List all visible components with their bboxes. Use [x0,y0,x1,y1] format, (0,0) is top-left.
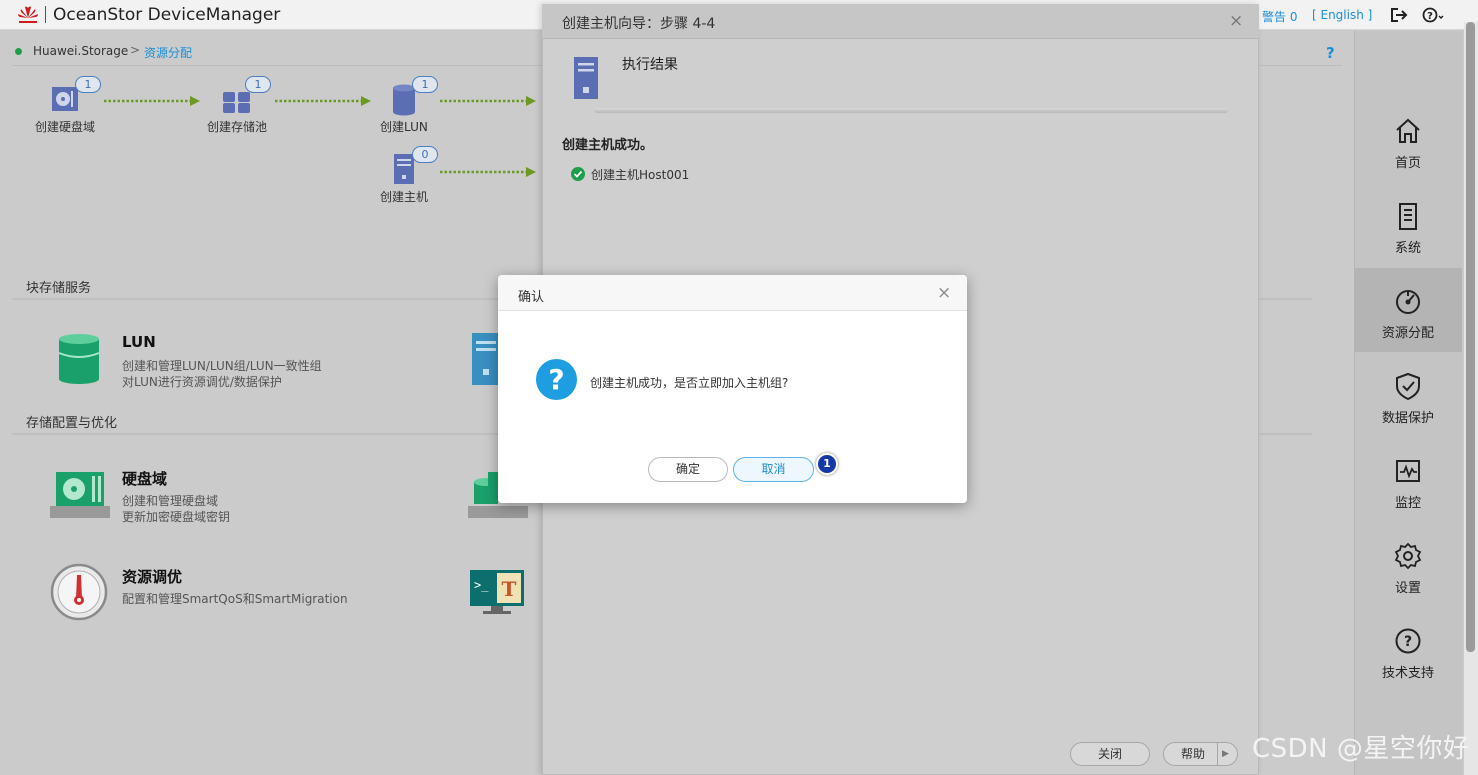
storage-pool-icon[interactable] [221,88,253,114]
flow-count-badge: 0 [412,146,438,163]
question-icon: ? [536,359,577,400]
nav-item-resource-allocation[interactable]: 资源分配 [1354,287,1462,372]
lun-card-desc: 对LUN进行资源调优/数据保护 [122,375,282,389]
wizard-help-button[interactable]: 帮助 ▶ [1163,742,1238,766]
terminal-icon[interactable]: T >_ [469,569,525,615]
monitor-icon [1396,460,1420,482]
nav-label: 资源分配 [1381,326,1434,341]
flow-arrow [104,96,200,106]
scrollbar-thumb[interactable] [1466,22,1475,652]
nav-item-settings[interactable]: 设置 [1354,542,1462,627]
gear-icon [1394,542,1422,570]
tuning-card-title[interactable]: 资源调优 [122,566,182,587]
disk-domain-card-desc: 创建和管理硬盘域 [122,494,219,508]
wizard-divider [594,108,1228,113]
lun-card-icon[interactable] [58,333,100,385]
help-icon[interactable]: ? [1422,7,1444,23]
svg-text:>_: >_ [474,578,489,592]
nav-item-home[interactable]: 首页 [1354,117,1462,202]
nav-label: 首页 [1394,156,1421,171]
step-marker-badge: 1 [816,453,838,475]
wizard-close-button[interactable]: 关闭 [1070,742,1150,766]
logo-separator [45,6,46,23]
flow-label-storage-pool[interactable]: 创建存储池 [207,118,267,135]
chevron-right-icon[interactable]: ▶ [1222,743,1229,765]
cancel-button[interactable]: 取消 [733,457,814,482]
flow-label-host[interactable]: 创建主机 [380,188,428,205]
flow-count-badge: 1 [412,76,438,93]
dialog-message: 创建主机成功，是否立即加入主机组? [590,376,789,390]
nav-item-system[interactable]: 系统 [1354,202,1462,287]
tuning-card-desc: 配置和管理SmartQoS和SmartMigration [122,592,348,606]
wizard-close-icon[interactable]: × [1229,11,1243,31]
svg-text:?: ? [1427,11,1433,22]
success-check-icon [571,167,585,181]
nav-label: 系统 [1394,241,1421,256]
wizard-success-message: 创建主机成功。 [562,138,654,153]
nav-label: 数据保护 [1381,411,1434,426]
flow-arrow [440,167,536,177]
dialog-title: 确认 [518,290,545,305]
host-icon [574,57,598,99]
flow-label-disk-domain[interactable]: 创建硬盘域 [35,118,95,135]
button-divider [1217,743,1218,765]
disk-domain-card-icon[interactable] [50,470,110,520]
dialog-header [498,275,967,311]
nav-label: 监控 [1394,496,1421,511]
flow-arrow [275,96,371,106]
section-title-block-storage: 块存储服务 [26,281,92,296]
breadcrumb-separator: > [130,43,141,57]
gauge-icon[interactable] [50,563,108,621]
app-title: OceanStor DeviceManager [53,5,281,25]
wizard-result-item: 创建主机Host001 [591,168,690,182]
nav-label: 技术支持 [1381,666,1434,681]
nav-item-monitor[interactable]: 监控 [1354,457,1462,542]
wizard-step-title: 执行结果 [622,57,678,73]
nav-item-data-protection[interactable]: 数据保护 [1354,372,1462,457]
shield-icon [1396,372,1420,400]
breadcrumb-root[interactable]: Huawei.Storage [33,44,128,58]
logout-icon[interactable] [1390,7,1408,23]
ok-button[interactable]: 确定 [648,457,728,482]
flow-count-badge: 1 [75,76,101,93]
home-icon [1396,118,1420,143]
wizard-title: 创建主机向导：步骤 4-4 [562,16,716,32]
flow-count-badge: 1 [245,76,271,93]
host-card-icon[interactable] [472,333,500,385]
status-dot [15,48,22,55]
huawei-logo-icon [18,6,38,23]
page-help-icon[interactable]: ? [1326,44,1335,62]
disk-domain-card-title[interactable]: 硬盘域 [122,468,167,489]
lun-card-desc: 创建和管理LUN/LUN组/LUN一致性组 [122,359,322,373]
wizard-help-label: 帮助 [1181,747,1206,761]
svg-text:T: T [502,577,517,601]
flow-arrow [440,96,536,106]
svg-text:?: ? [1404,634,1412,650]
resource-allocation-icon [1396,290,1420,314]
support-icon: ? [1395,628,1421,654]
breadcrumb-current: 资源分配 [144,46,193,60]
disk-domain-card-desc: 更新加密硬盘域密钥 [122,510,231,524]
lun-card-title[interactable]: LUN [122,333,156,351]
flow-label-lun[interactable]: 创建LUN [380,118,428,135]
language-switch-link[interactable]: [ English ] [1312,8,1372,22]
system-icon [1399,203,1417,230]
watermark: CSDN @星空你好 [1252,734,1470,764]
nav-label: 设置 [1394,581,1421,596]
alarm-count-link[interactable]: 警告 0 [1262,8,1297,25]
section-title-config: 存储配置与优化 [26,416,118,431]
dialog-close-icon[interactable]: × [937,283,951,303]
nav-item-support[interactable]: ? 技术支持 [1354,627,1462,712]
